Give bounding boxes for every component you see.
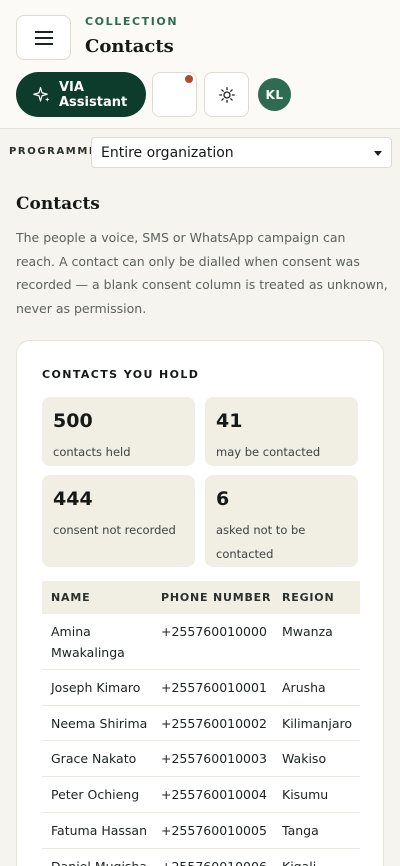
cell-name: Neema Shirima xyxy=(51,716,148,731)
stat-label: consent not recorded xyxy=(53,523,176,537)
stat-value: 41 xyxy=(216,410,243,432)
sparkle-icon xyxy=(33,86,50,102)
programme-select-value: Entire organization xyxy=(101,144,234,161)
cell-region: Kisumu xyxy=(282,787,329,802)
notifications-button[interactable] xyxy=(152,72,197,117)
page-eyebrow: COLLECTION xyxy=(85,15,179,28)
cell-region: Kigali xyxy=(282,856,316,866)
caret-down-icon xyxy=(374,151,382,156)
user-avatar[interactable]: KL xyxy=(258,78,291,111)
programme-select[interactable]: Entire organization xyxy=(91,137,392,168)
cell-name: Fatuma Hassan xyxy=(51,823,148,838)
stat-label: contacts held xyxy=(53,445,131,459)
section-title: Contacts xyxy=(16,194,100,214)
table-row[interactable]: Daniel Mugisha +255760010006 Kigali xyxy=(42,849,360,866)
stat-may-be-contacted: 41 may be contacted xyxy=(205,397,358,466)
cell-region: Tanga xyxy=(282,823,319,838)
column-header-name[interactable]: NAME xyxy=(51,591,90,604)
cell-region: Wakiso xyxy=(282,751,327,766)
stat-contacts-held: 500 contacts held xyxy=(42,397,195,466)
cell-region: Arusha xyxy=(282,680,326,695)
cell-region: Mwanza xyxy=(282,624,333,639)
section-description: The people a voice, SMS or WhatsApp camp… xyxy=(16,230,388,316)
assistant-button-label: VIA Assistant xyxy=(59,79,128,110)
theme-toggle-button[interactable] xyxy=(204,72,249,117)
column-header-phone[interactable]: PHONE NUMBER xyxy=(161,591,271,604)
assistant-button[interactable]: VIA Assistant xyxy=(16,72,146,117)
cell-phone: +255760010001 xyxy=(161,680,267,695)
cell-phone: +255760010000 xyxy=(161,624,267,639)
stat-label: may be contacted xyxy=(216,445,321,459)
menu-button[interactable] xyxy=(16,15,71,60)
stat-value: 500 xyxy=(53,410,93,432)
table-row[interactable]: Fatuma Hassan +255760010005 Tanga xyxy=(42,813,360,849)
table-row[interactable]: Joseph Kimaro +255760010001 Arusha xyxy=(42,670,360,706)
cell-phone: +255760010004 xyxy=(161,787,267,802)
table-row[interactable]: Grace Nakato +255760010003 Wakiso xyxy=(42,741,360,777)
cell-phone: +255760010002 xyxy=(161,716,267,731)
stat-asked-not-contacted: 6 asked not to be contacted xyxy=(205,475,358,567)
column-header-region[interactable]: REGION xyxy=(282,591,334,604)
cell-name: Daniel Mugisha xyxy=(51,856,156,866)
table-header: NAME PHONE NUMBER REGION xyxy=(42,581,360,614)
stat-value: 6 xyxy=(216,488,230,510)
cell-name: Joseph Kimaro xyxy=(51,680,141,695)
cell-phone: +255760010003 xyxy=(161,751,267,766)
programme-filter-label: PROGRAMME xyxy=(9,146,98,157)
stat-value: 444 xyxy=(53,488,93,510)
contacts-card: CONTACTS YOU HOLD 500 contacts held 41 m… xyxy=(16,340,384,866)
stat-label: asked not to be contacted xyxy=(216,523,306,561)
app-header: COLLECTION Contacts VIA Assistant KL xyxy=(0,0,400,129)
hamburger-icon xyxy=(34,30,53,45)
table-row[interactable]: Neema Shirima +255760010002 Kilimanjaro xyxy=(42,706,360,741)
stat-consent-not-recorded: 444 consent not recorded xyxy=(42,475,195,567)
cell-name: Grace Nakato xyxy=(51,751,137,766)
card-title: CONTACTS YOU HOLD xyxy=(42,368,200,381)
cell-region: Kilimanjaro xyxy=(282,716,353,731)
cell-name: Peter Ochieng xyxy=(51,787,140,802)
table-row[interactable]: Amina Mwakalinga +255760010000 Mwanza xyxy=(42,614,360,670)
cell-phone: +255760010006 xyxy=(161,856,267,866)
cell-name: Amina Mwakalinga xyxy=(51,624,125,660)
page-title: Contacts xyxy=(85,36,174,57)
notification-dot-icon xyxy=(185,75,193,83)
sun-icon xyxy=(218,86,235,103)
contacts-table-body: Amina Mwakalinga +255760010000 Mwanza Jo… xyxy=(42,614,360,866)
table-row[interactable]: Peter Ochieng +255760010004 Kisumu xyxy=(42,777,360,813)
cell-phone: +255760010005 xyxy=(161,823,267,838)
